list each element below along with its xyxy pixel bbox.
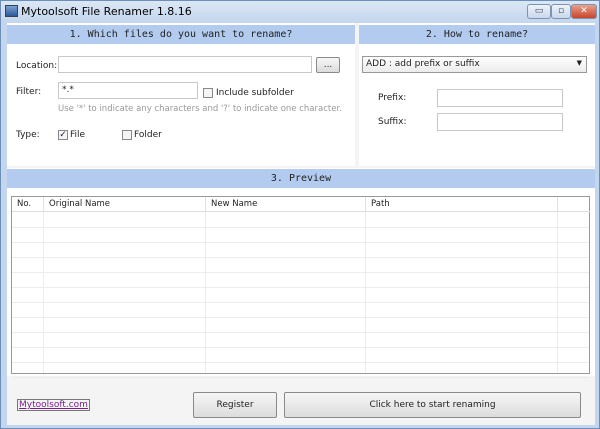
section1-header: 1. Which files do you want to rename? [7,25,355,44]
column-divider [12,212,44,373]
column-header-path[interactable]: Path [366,197,558,212]
column-divider [366,212,558,373]
minimize-button[interactable]: ▭ [527,4,551,19]
mytoolsoft-link[interactable]: Mytoolsoft.com [17,399,90,411]
window-title: Mytoolsoft File Renamer 1.8.16 [21,5,192,18]
file-checkbox[interactable]: ✓ [58,130,68,140]
table-row-line [12,287,589,288]
filter-label: Filter: [16,87,42,97]
prefix-label: Prefix: [378,93,407,103]
include-subfolder-checkbox[interactable] [203,88,213,98]
file-label: File [70,130,86,140]
column-header-original-name[interactable]: Original Name [44,197,206,212]
column-divider [44,212,206,373]
suffix-input[interactable] [437,113,563,131]
table-row-line [12,362,589,363]
maximize-button[interactable]: ▫ [551,4,571,19]
table-row-line [12,377,589,378]
table-row-line [12,317,589,318]
preview-table[interactable]: No. Original Name New Name Path [11,196,590,378]
folder-label: Folder [134,130,162,140]
column-header-no[interactable]: No. [12,197,44,212]
table-row-line [12,347,589,348]
table-row-line [12,302,589,303]
table-row-line [12,227,589,228]
app-icon [5,5,18,17]
section2-header: 2. How to rename? [359,25,595,44]
column-divider [206,212,366,373]
column-header-filler [558,197,590,212]
browse-button[interactable]: ... [316,57,340,73]
client-area: 1. Which files do you want to rename? Lo… [7,23,595,425]
type-label: Type: [16,130,40,140]
filter-hint: Use '*' to indicate any characters and '… [58,104,342,114]
filter-input[interactable]: *.* [58,82,198,99]
register-button[interactable]: Register [193,392,277,418]
files-panel: 1. Which files do you want to rename? Lo… [7,23,355,166]
location-input[interactable] [58,56,312,73]
rename-method-panel: 2. How to rename? ADD : add prefix or su… [359,23,595,166]
table-row-line [12,332,589,333]
suffix-label: Suffix: [378,117,407,127]
table-row-line [12,257,589,258]
method-select-value: ADD : add prefix or suffix [366,59,480,69]
location-label: Location: [16,61,58,71]
prefix-input[interactable] [437,89,563,107]
method-select[interactable]: ADD : add prefix or suffix ▼ [362,56,587,73]
chevron-down-icon: ▼ [576,59,582,67]
column-header-new-name[interactable]: New Name [206,197,366,212]
start-renaming-button[interactable]: Click here to start renaming [284,392,581,418]
folder-checkbox[interactable] [122,130,132,140]
table-row-line [12,242,589,243]
section3-header: 3. Preview [7,169,595,188]
table-row-line [12,272,589,273]
include-subfolder-label: Include subfolder [216,88,294,98]
close-button[interactable]: ✕ [571,4,597,19]
app-window: Mytoolsoft File Renamer 1.8.16 ▭ ▫ ✕ 1. … [0,0,600,429]
